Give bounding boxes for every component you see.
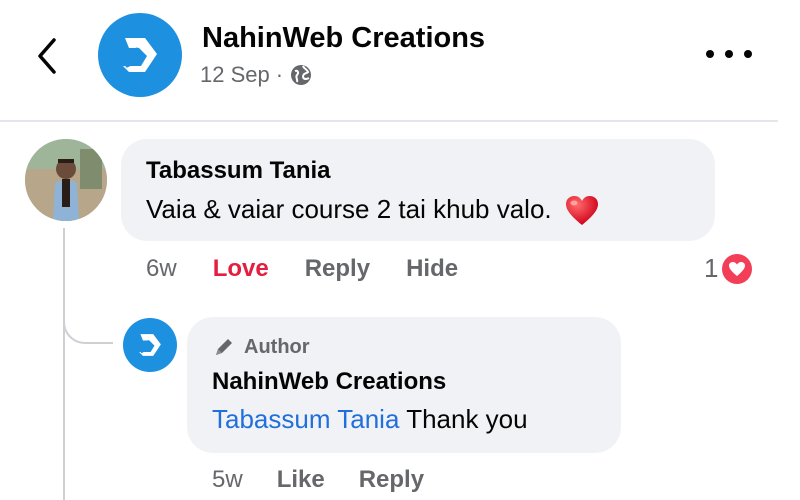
post-date[interactable]: 12 Sep (200, 62, 270, 88)
reaction-summary[interactable]: 1 (704, 253, 753, 284)
comment-text-row: Vaia & vaiar course 2 tai khub valo. (146, 194, 599, 227)
brand-logo-icon (139, 334, 161, 356)
post-header: NahinWeb Creations 12 Sep · (0, 0, 800, 120)
reply-text-row: Tabassum Tania Thank you (212, 404, 528, 435)
like-button[interactable]: Like (277, 466, 325, 494)
globe-icon (291, 65, 312, 85)
comment-actions: 6w Love Reply Hide (146, 255, 458, 283)
page-title[interactable]: NahinWeb Creations (202, 22, 485, 55)
header-divider (0, 120, 778, 122)
author-badge-label: Author (244, 335, 310, 358)
profile-photo (25, 139, 107, 221)
more-options-button[interactable] (706, 38, 752, 70)
thread-line (63, 228, 65, 500)
mention-link[interactable]: Tabassum Tania (212, 404, 399, 434)
comment-bubble[interactable]: Tabassum Tania Vaia & vaiar course 2 tai… (121, 139, 715, 241)
reply-button[interactable]: Reply (359, 466, 424, 494)
love-reaction-icon (722, 253, 753, 284)
love-reaction-button[interactable]: Love (213, 255, 269, 283)
red-heart-emoji (565, 196, 598, 226)
reply-actions: 5w Like Reply (212, 466, 424, 494)
reply-author-avatar[interactable] (123, 318, 177, 372)
hide-button[interactable]: Hide (406, 255, 458, 283)
brand-logo-icon (123, 38, 157, 72)
chevron-left-icon (38, 38, 56, 74)
reply-button[interactable]: Reply (305, 255, 370, 283)
back-button[interactable] (28, 36, 68, 76)
page-avatar[interactable] (98, 13, 182, 97)
commenter-avatar[interactable] (25, 139, 107, 221)
comment-time[interactable]: 6w (146, 255, 177, 283)
comment-text: Vaia & vaiar course 2 tai khub valo. (146, 194, 552, 224)
comment-author[interactable]: Tabassum Tania (146, 157, 331, 185)
author-badge: Author (212, 335, 310, 359)
reply-author[interactable]: NahinWeb Creations (212, 368, 446, 396)
reply-text: Thank you (406, 404, 528, 434)
reaction-count: 1 (704, 253, 719, 283)
meta-separator: · (275, 62, 284, 87)
reply-time[interactable]: 5w (212, 466, 243, 494)
thread-connector (63, 300, 113, 344)
post-meta: 12 Sep · (200, 62, 313, 88)
pen-icon (216, 339, 232, 355)
more-horizontal-icon (706, 50, 714, 58)
